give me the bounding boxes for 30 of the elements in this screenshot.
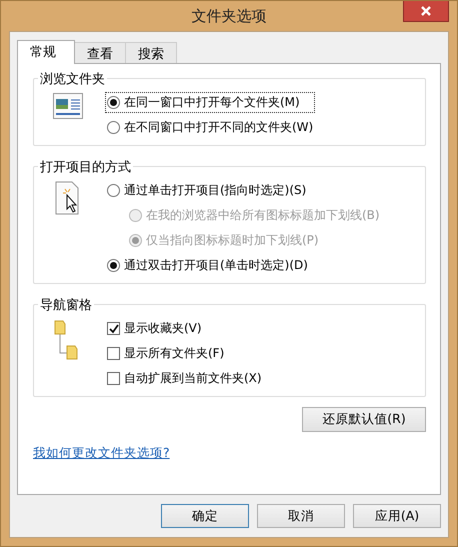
option-label[interactable]: 自动扩展到当前文件夹(X) — [124, 370, 262, 387]
option-label[interactable]: 在不同窗口中打开不同的文件夹(W) — [124, 119, 314, 136]
option-label[interactable]: 显示收藏夹(V) — [124, 320, 202, 337]
radio-button[interactable] — [107, 184, 120, 197]
tab[interactable]: 查看 — [74, 42, 126, 63]
close-icon — [421, 6, 431, 16]
group-title: 导航窗格 — [38, 296, 94, 314]
dialog-button[interactable]: 取消 — [257, 504, 345, 528]
cursor-icon — [55, 181, 81, 215]
radio-button[interactable] — [107, 96, 120, 109]
checkbox[interactable] — [107, 347, 120, 360]
group-title: 打开项目的方式 — [38, 158, 133, 176]
checkbox[interactable] — [107, 372, 120, 385]
option-label[interactable]: 显示所有文件夹(F) — [124, 345, 224, 362]
radio-button[interactable] — [107, 121, 120, 134]
tab[interactable]: 搜索 — [125, 42, 177, 63]
option-label[interactable]: 通过单击打开项目(指向时选定)(S) — [124, 182, 306, 199]
radio-button[interactable] — [107, 259, 120, 272]
group-title: 浏览文件夹 — [38, 70, 107, 88]
tab[interactable]: 常规 — [17, 40, 75, 64]
close-button[interactable] — [403, 1, 449, 22]
option-label[interactable]: 在同一窗口中打开每个文件夹(M) — [124, 94, 300, 111]
window-icon — [53, 93, 83, 119]
dialog-button[interactable]: 应用(A) — [353, 504, 441, 528]
dialog-button[interactable]: 确定 — [161, 504, 249, 528]
help-link[interactable]: 我如何更改文件夹选项? — [33, 445, 170, 462]
window-title: 文件夹选项 — [192, 6, 266, 26]
option-label[interactable]: 通过双击打开项目(单击时选定)(D) — [124, 257, 308, 274]
checkbox[interactable] — [107, 322, 120, 335]
restore-defaults-button[interactable]: 还原默认值(R) — [302, 407, 426, 432]
